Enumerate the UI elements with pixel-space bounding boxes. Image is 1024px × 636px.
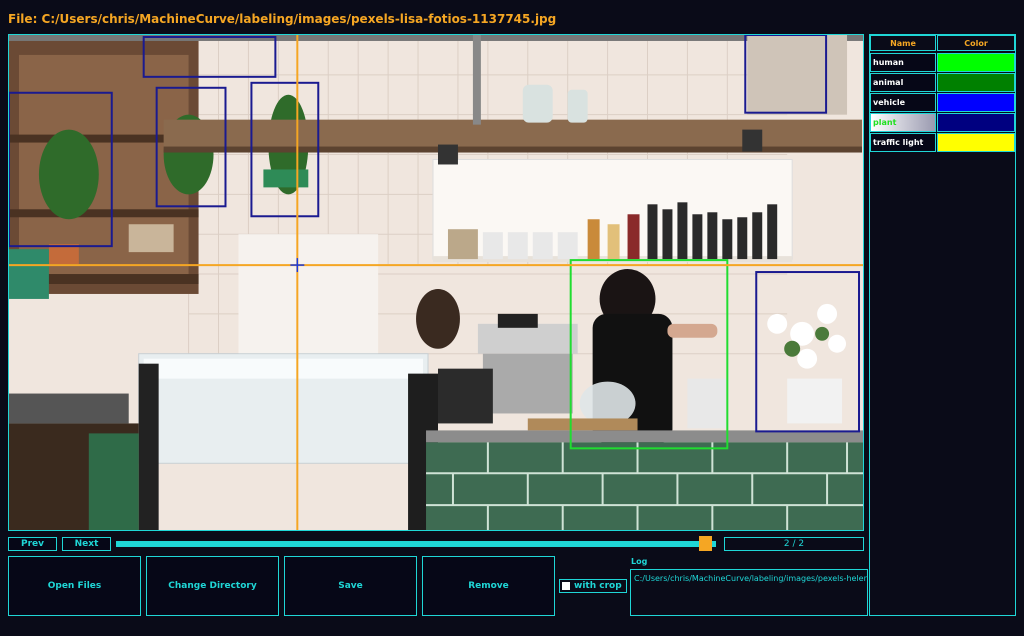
image-slider-handle[interactable] [699,536,712,551]
log-label: Log [631,557,648,566]
label-row-human[interactable]: human [870,53,1015,72]
next-button[interactable]: Next [62,537,111,551]
label-color-swatch [937,53,1015,72]
label-name[interactable]: vehicle [870,93,936,112]
change-directory-button[interactable]: Change Directory [146,556,279,616]
log-box[interactable]: C:/Users/chris/MachineCurve/labeling/ima… [630,569,868,616]
cafe-photo[interactable] [9,35,863,530]
remove-button[interactable]: Remove [422,556,555,616]
save-button[interactable]: Save [284,556,417,616]
name-column-header: Name [870,35,936,51]
label-row-animal[interactable]: animal [870,73,1015,92]
log-line: C:/Users/chris/MachineCurve/labeling/ima… [634,574,868,583]
file-title: File: C:/Users/chris/MachineCurve/labeli… [8,12,557,26]
image-slider-track[interactable] [116,541,716,547]
label-name[interactable]: human [870,53,936,72]
label-row-plant[interactable]: plant [870,113,1015,132]
label-name[interactable]: animal [870,73,936,92]
label-name[interactable]: plant [870,113,936,132]
label-color-swatch [937,133,1015,152]
checkbox-square[interactable] [562,582,570,590]
image-canvas[interactable] [8,34,864,531]
page-counter: 2 / 2 [724,537,864,551]
label-color-swatch [937,73,1015,92]
label-name[interactable]: traffic light [870,133,936,152]
prev-button[interactable]: Prev [8,537,57,551]
with-crop-checkbox[interactable]: with crop [559,579,627,593]
open-files-button[interactable]: Open Files [8,556,141,616]
label-row-vehicle[interactable]: vehicle [870,93,1015,112]
label-color-swatch [937,93,1015,112]
with-crop-label: with crop [574,581,622,591]
color-column-header: Color [937,35,1015,51]
label-row-traffic-light[interactable]: traffic light [870,133,1015,152]
label-color-swatch [937,113,1015,132]
